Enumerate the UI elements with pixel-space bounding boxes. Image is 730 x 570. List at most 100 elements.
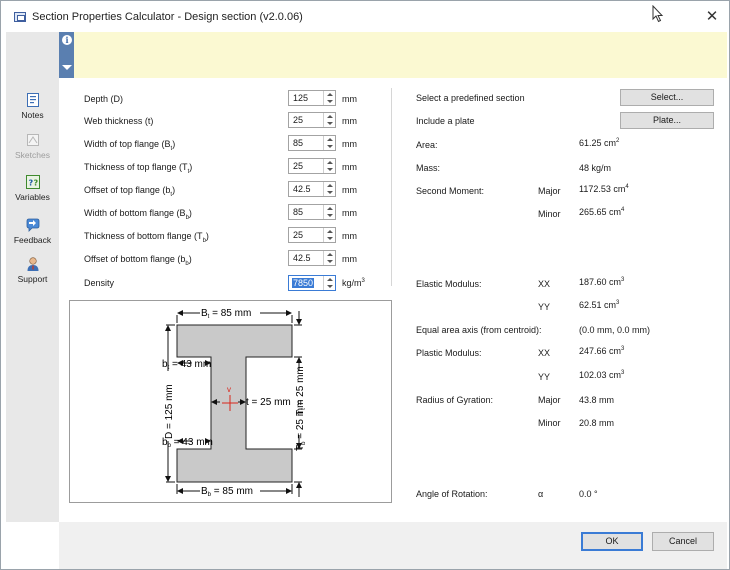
sketches-icon xyxy=(26,134,39,146)
stepper-arrows[interactable] xyxy=(323,276,335,290)
bottom-thickness-dimension: Tb = 25 mm xyxy=(295,400,307,451)
notes-icon xyxy=(26,93,39,107)
stepper-arrows[interactable] xyxy=(323,251,335,265)
top-flange-offset-input[interactable]: 42.5 xyxy=(288,181,336,197)
density-input[interactable]: 7850 xyxy=(288,275,336,291)
plastic-modulus-xx-label: XX xyxy=(538,348,551,358)
equal-area-axis-value: (0.0 mm, 0.0 mm) xyxy=(579,325,651,335)
top-flange-thickness-label: Thickness of top flange (Tt) xyxy=(84,162,193,175)
angle-of-rotation-value: 0.0 ° xyxy=(579,489,598,499)
second-moment-minor-value: 265.65 cm4 xyxy=(579,207,625,217)
section-properties-window: Section Properties Calculator - Design s… xyxy=(0,0,730,570)
web-thickness-input[interactable]: 25 xyxy=(288,112,336,128)
unit-label: mm xyxy=(342,254,357,264)
mouse-cursor-icon xyxy=(652,5,664,23)
stepper-arrows[interactable] xyxy=(323,159,335,173)
sidebar-item-notes[interactable]: Notes xyxy=(6,92,59,120)
dialog-footer: OK Cancel xyxy=(59,522,727,569)
section-diagram: Bt = 85 mm Bb = 85 mm D = 125 mm bt = 43… xyxy=(69,300,392,503)
cancel-button[interactable]: Cancel xyxy=(652,532,714,551)
sidebar-item-support[interactable]: Support xyxy=(6,256,59,284)
info-strip[interactable]: i xyxy=(59,32,74,78)
depth-dimension: D = 125 mm xyxy=(164,384,175,439)
bottom-flange-thickness-label: Thickness of bottom flange (Tb) xyxy=(84,231,209,244)
stepper-arrows[interactable] xyxy=(323,205,335,219)
ok-button[interactable]: OK xyxy=(581,532,643,551)
unit-label: kg/m3 xyxy=(342,278,365,288)
i-section-drawing: Bt = 85 mm Bb = 85 mm D = 125 mm bt = 43… xyxy=(162,308,307,498)
top-flange-thickness-input[interactable]: 25 xyxy=(288,158,336,174)
unit-label: mm xyxy=(342,94,357,104)
top-width-dimension: Bt = 85 mm xyxy=(201,308,251,320)
main-panel: Depth (D) Web thickness (t) Width of top… xyxy=(59,78,727,522)
mass-value: 48 kg/m xyxy=(579,163,612,173)
depth-input[interactable]: 125 xyxy=(288,90,336,106)
elastic-modulus-xx-value: 187.60 cm3 xyxy=(579,277,625,287)
area-value: 61.25 cm2 xyxy=(579,138,620,148)
v-axis-label: v xyxy=(227,385,231,394)
stepper-arrows[interactable] xyxy=(323,113,335,127)
sidebar-item-variables[interactable]: ? ? Variables xyxy=(6,174,59,202)
top-offset-dimension: bt = 43 mm xyxy=(162,359,211,371)
top-flange-offset-label: Offset of top flange (bt) xyxy=(84,185,176,198)
sidebar-item-feedback[interactable]: Feedback xyxy=(6,217,59,245)
plastic-modulus-label: Plastic Modulus: xyxy=(416,348,482,358)
stepper-arrows[interactable] xyxy=(323,136,335,150)
density-label: Density xyxy=(84,278,115,288)
second-moment-major-value: 1172.53 cm4 xyxy=(579,184,629,194)
unit-label: mm xyxy=(342,185,357,195)
bottom-flange-width-label: Width of bottom flange (Bb) xyxy=(84,208,192,221)
plastic-modulus-yy-label: YY xyxy=(538,372,551,382)
support-icon xyxy=(27,257,38,271)
elastic-modulus-yy-label: YY xyxy=(538,302,551,312)
top-flange-width-label: Width of top flange (Bt) xyxy=(84,139,176,152)
stepper-arrows[interactable] xyxy=(323,182,335,196)
sidebar-item-sketches: Sketches xyxy=(6,132,59,160)
sidebar-item-label: Variables xyxy=(15,192,50,202)
second-moment-minor-label: Minor xyxy=(538,209,561,219)
radius-of-gyration-label: Radius of Gyration: xyxy=(416,395,494,405)
elastic-modulus-yy-value: 62.51 cm3 xyxy=(579,300,620,310)
window-title: Section Properties Calculator - Design s… xyxy=(32,11,303,23)
info-banner xyxy=(74,32,727,78)
plastic-modulus-xx-value: 247.66 cm3 xyxy=(579,346,625,356)
info-icon: i xyxy=(62,35,72,45)
mass-label: Mass: xyxy=(416,163,441,173)
app-icon xyxy=(14,12,26,22)
unit-label: mm xyxy=(342,116,357,126)
sidebar-item-label: Feedback xyxy=(13,235,52,245)
stepper-arrows[interactable] xyxy=(323,91,335,105)
select-section-button[interactable]: Select... xyxy=(620,89,714,106)
variables-icon: ? ? xyxy=(25,175,40,189)
unit-label: mm xyxy=(342,231,357,241)
feedback-icon xyxy=(26,218,39,232)
bottom-flange-width-input[interactable]: 85 xyxy=(288,204,336,220)
sidebar: Notes Sketches ? ? Variables Feedback Su… xyxy=(6,32,59,522)
second-moment-label: Second Moment: xyxy=(416,186,485,196)
chevron-down-icon[interactable] xyxy=(62,65,72,70)
unit-label: mm xyxy=(342,208,357,218)
area-label: Area: xyxy=(416,140,438,150)
top-flange-width-input[interactable]: 85 xyxy=(288,135,336,151)
title-bar: Section Properties Calculator - Design s… xyxy=(1,1,729,31)
predefined-section-label: Select a predefined section xyxy=(416,93,525,103)
bottom-flange-offset-label: Offset of bottom flange (bb) xyxy=(84,254,192,267)
elastic-modulus-xx-label: XX xyxy=(538,279,551,289)
radius-of-gyration-major-value: 43.8 mm xyxy=(579,395,615,405)
stepper-arrows[interactable] xyxy=(323,228,335,242)
bottom-flange-offset-input[interactable]: 42.5 xyxy=(288,250,336,266)
radius-of-gyration-minor-label: Minor xyxy=(538,418,561,428)
unit-label: mm xyxy=(342,139,357,149)
sidebar-item-label: Notes xyxy=(21,110,44,120)
bottom-flange-thickness-input[interactable]: 25 xyxy=(288,227,336,243)
web-thickness-label: Web thickness (t) xyxy=(84,116,154,126)
close-button[interactable]: ✕ xyxy=(698,6,726,28)
web-thickness-dimension: t = 25 mm xyxy=(246,397,291,408)
equal-area-axis-label: Equal area axis (from centroid): xyxy=(416,325,542,335)
plastic-modulus-yy-value: 102.03 cm3 xyxy=(579,370,625,380)
divider xyxy=(391,88,392,286)
include-plate-label: Include a plate xyxy=(416,116,475,126)
bottom-width-dimension: Bb = 85 mm xyxy=(201,486,253,498)
plate-button[interactable]: Plate... xyxy=(620,112,714,129)
sidebar-item-label: Sketches xyxy=(15,150,50,160)
